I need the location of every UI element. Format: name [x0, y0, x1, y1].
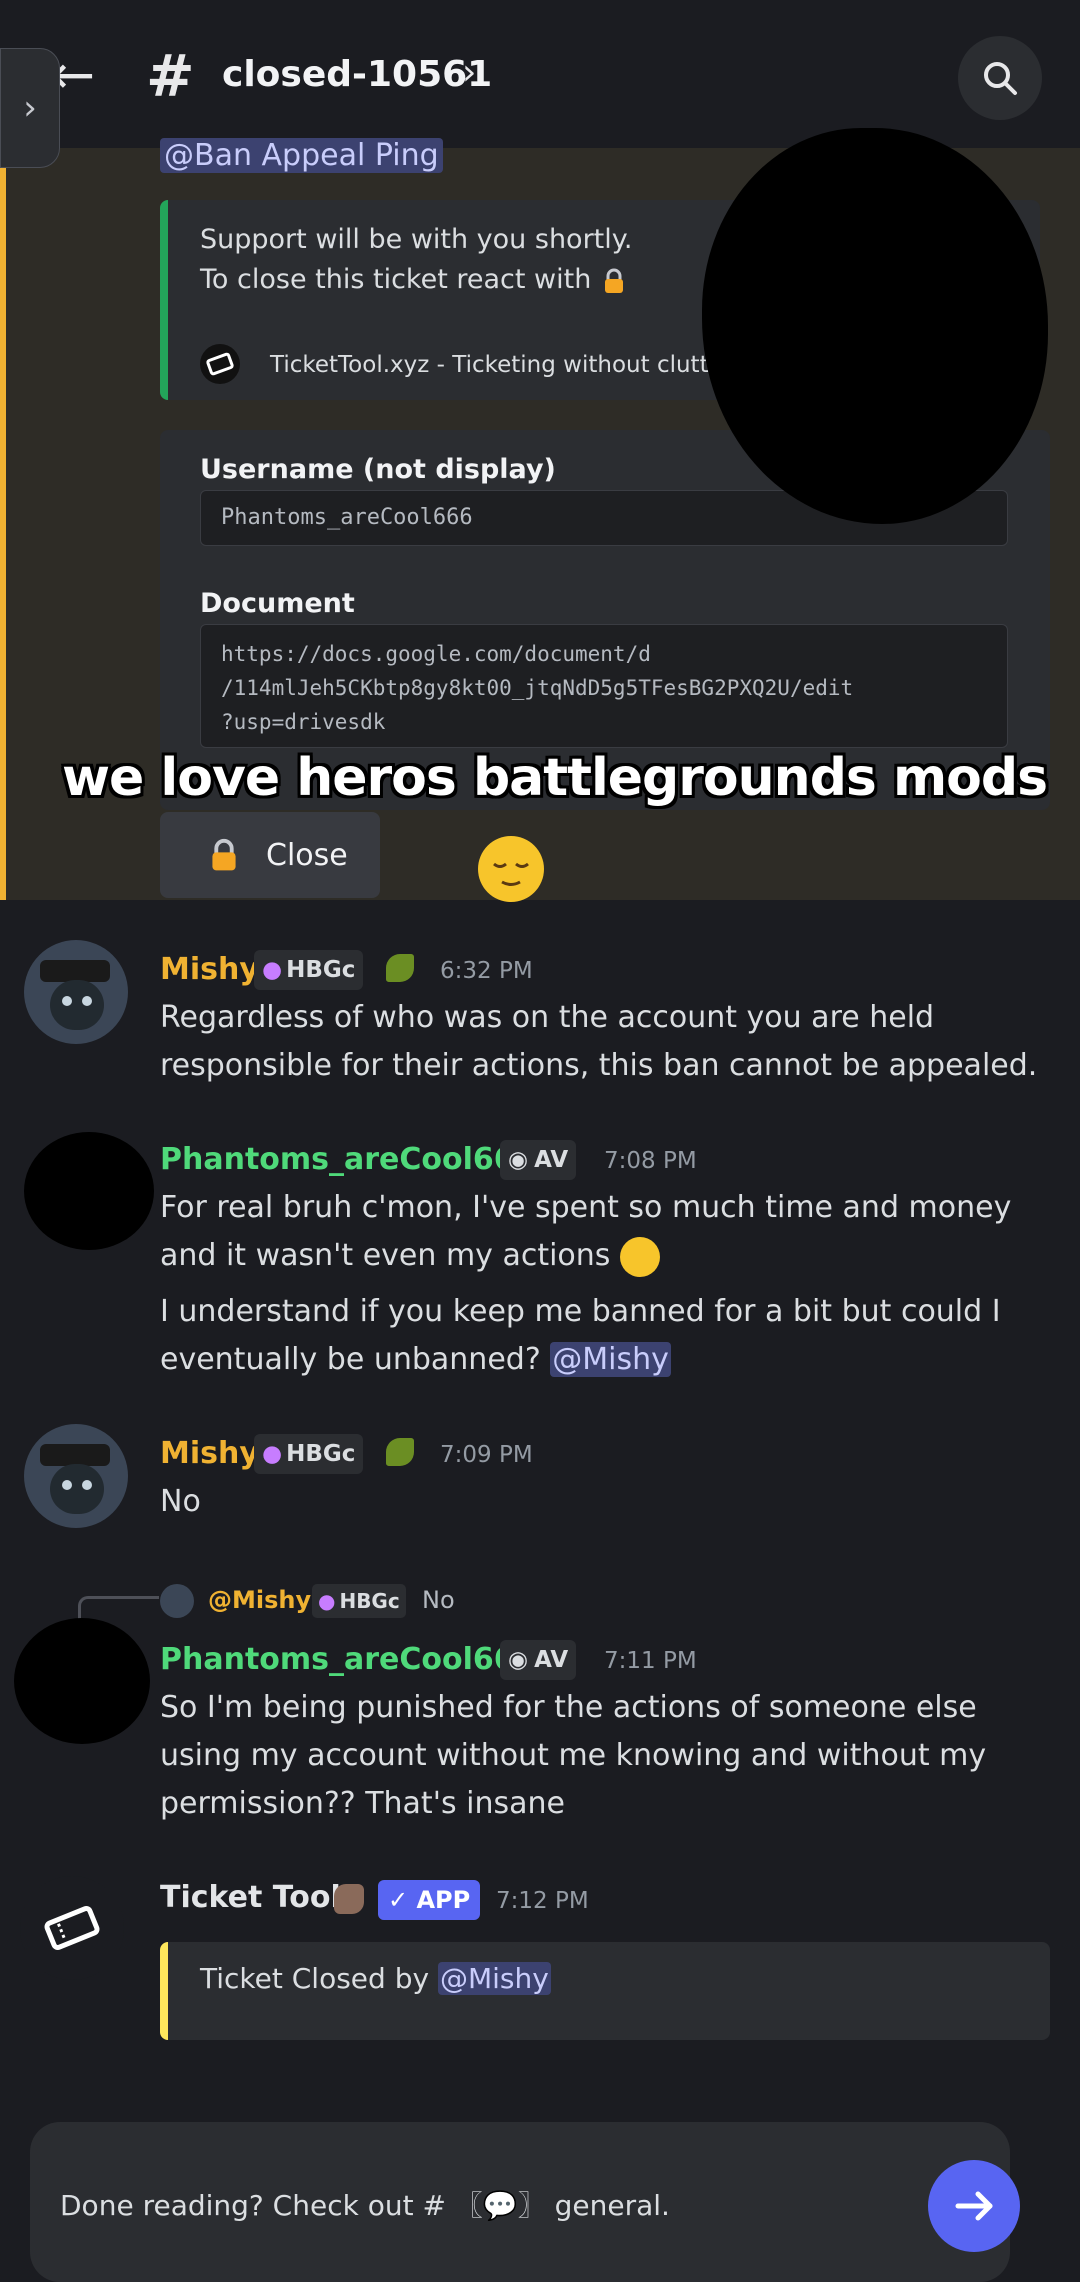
timestamp: 7:11 PM — [604, 1648, 697, 1674]
document-line: ?usp=drivesdk — [221, 710, 386, 734]
mushroom-icon: ● — [262, 957, 283, 983]
lock-icon — [604, 268, 623, 293]
author-name[interactable]: Mishy — [160, 1436, 259, 1471]
message-text: No — [160, 1484, 201, 1519]
reply-role-badge: ● HBGc — [312, 1584, 406, 1618]
author-name[interactable]: Phantoms_areCool666 — [160, 1142, 536, 1177]
app-badge: ✓ APP — [378, 1880, 481, 1920]
redaction-blob — [14, 1618, 150, 1744]
close-ticket-button[interactable]: Close — [160, 812, 380, 898]
badge-label: HBGc — [286, 957, 356, 983]
document-field[interactable]: https://docs.google.com/document/d /114m… — [200, 624, 1008, 748]
document-line: https://docs.google.com/document/d — [221, 642, 651, 666]
mushroom-icon: ● — [262, 1441, 283, 1467]
redaction-blob — [24, 1132, 154, 1250]
ticket-icon — [44, 1906, 100, 1950]
search-button[interactable] — [958, 36, 1042, 120]
field-label: Document — [200, 588, 355, 619]
eye-icon: ◉ — [508, 1147, 529, 1173]
search-icon — [984, 62, 1017, 95]
role-badge: ◉ AV — [500, 1640, 577, 1680]
avatar[interactable] — [24, 1424, 128, 1528]
embed-text-part: Ticket Closed by — [200, 1962, 430, 1995]
relieved-face-icon — [478, 836, 544, 902]
badge-label: HBGc — [286, 1441, 356, 1467]
badge-label: AV — [534, 1147, 569, 1173]
user-mention[interactable]: @Mishy — [550, 1342, 671, 1377]
arrow-right-icon — [955, 2191, 993, 2221]
role-badge: ◉ AV — [500, 1140, 577, 1180]
message-text: For real bruh c'mon, I've spent so much … — [160, 1184, 1040, 1280]
eye-icon: ◉ — [508, 1647, 529, 1673]
role-badge: ● HBGc — [254, 1434, 364, 1474]
video-caption-overlay: we love heros battlegrounds mods — [62, 748, 1048, 808]
field-label: Username (not display) — [200, 454, 556, 485]
channel-title[interactable]: closed-10561 — [222, 54, 492, 95]
user-mention[interactable]: @Mishy — [437, 1962, 551, 1995]
message-text: Regardless of who was on the account you… — [160, 1000, 1038, 1083]
done-reading-text[interactable]: Done reading? Check out # 〖💬〗 general. — [60, 2184, 670, 2224]
embed-line: To close this ticket react with — [200, 264, 628, 295]
channel-hash-icon: # — [146, 42, 195, 110]
author-name[interactable]: Mishy — [160, 952, 259, 987]
channel-header: ← # closed-10561 › — [0, 0, 1080, 148]
reply-author[interactable]: @Mishy — [208, 1586, 311, 1614]
embed-line-text: To close this ticket react with — [200, 264, 592, 295]
role-mention[interactable]: @Ban Appeal Ping — [160, 138, 443, 173]
pensive-face-icon — [619, 1236, 660, 1277]
author-name[interactable]: Phantoms_areCool666 — [160, 1642, 536, 1677]
embed-text: Ticket Closed by @Mishy — [200, 1962, 551, 1995]
lock-icon — [212, 839, 236, 871]
reply-preview[interactable]: No — [422, 1586, 455, 1614]
chevron-right-icon: › — [23, 88, 37, 128]
message-text-part: For real bruh c'mon, I've spent so much … — [160, 1190, 1012, 1273]
leaf-icon — [386, 1438, 414, 1466]
timestamp: 6:32 PM — [440, 958, 533, 984]
embed-footer: TicketTool.xyz - Ticketing without clutt… — [270, 352, 723, 378]
message-text: I understand if you keep me banned for a… — [160, 1288, 1040, 1384]
document-line: /114mlJeh5CKbtp8gy8kt00_jtqNdD5g5TFesBG2… — [221, 676, 854, 700]
timestamp: 7:12 PM — [496, 1888, 589, 1914]
timestamp: 7:08 PM — [604, 1148, 697, 1174]
close-button-label: Close — [266, 837, 348, 873]
badge-label: HBGc — [339, 1589, 400, 1613]
reply-avatar — [160, 1584, 194, 1618]
sidebar-toggle-button[interactable]: › — [0, 48, 60, 168]
go-to-channel-button[interactable] — [928, 2160, 1020, 2252]
leaf-icon — [386, 954, 414, 982]
wrench-icon — [334, 1884, 364, 1914]
badge-label: AV — [534, 1647, 569, 1673]
message-text: So I'm being punished for the actions of… — [160, 1690, 987, 1821]
tickettool-footer-icon — [200, 344, 240, 384]
avatar[interactable] — [24, 940, 128, 1044]
role-badge: ● HBGc — [254, 950, 364, 990]
author-name[interactable]: Ticket Tool — [160, 1880, 341, 1915]
chevron-right-icon[interactable]: › — [462, 52, 476, 93]
avatar[interactable] — [20, 1876, 124, 1980]
embed-line: Support will be with you shortly. — [200, 224, 633, 255]
mushroom-icon: ● — [318, 1589, 336, 1613]
timestamp: 7:09 PM — [440, 1442, 533, 1468]
